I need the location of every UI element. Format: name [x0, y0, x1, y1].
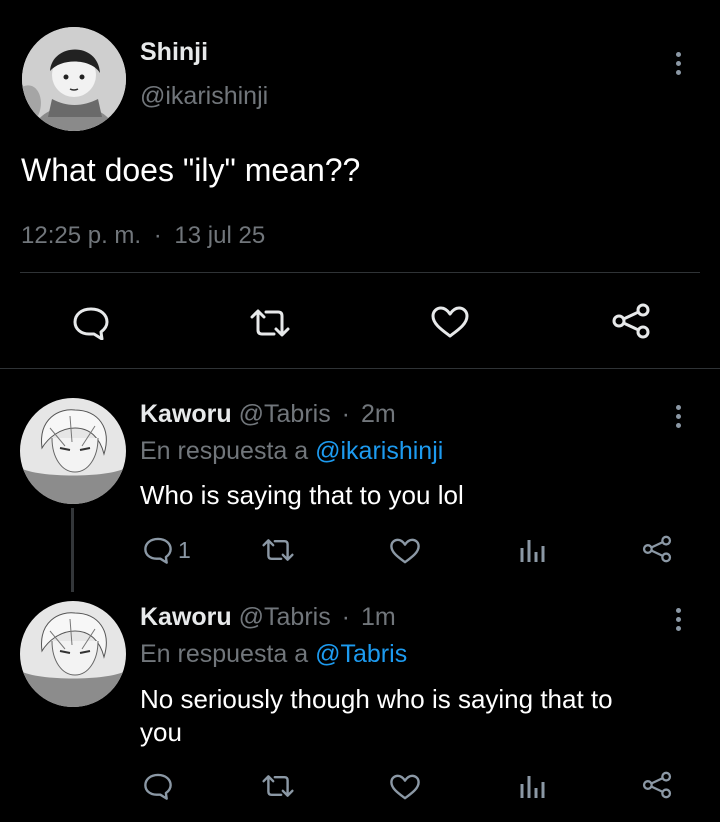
timestamp-row: 12:25 p. m. · 13 jul 25 — [21, 222, 265, 250]
tweet-text-line: you — [140, 717, 182, 747]
tweet-text: What does "ily" mean?? — [21, 152, 361, 188]
more-icon[interactable] — [673, 405, 683, 429]
separator: · — [153, 222, 162, 249]
more-icon[interactable] — [673, 608, 683, 632]
separator: · — [341, 400, 350, 428]
avatar-kaworu[interactable] — [20, 398, 126, 504]
reply-context: En respuesta a @Tabris — [140, 640, 407, 669]
tweet-text-line: No seriously though who is saying that t… — [140, 684, 613, 714]
reply-header: Kaworu @Tabris · 2m — [140, 400, 396, 429]
heart-icon[interactable] — [389, 537, 421, 565]
display-name[interactable]: Kaworu — [140, 603, 232, 631]
tweet-time[interactable]: 12:25 p. m. — [21, 222, 141, 249]
reply-header: Kaworu @Tabris · 1m — [140, 603, 396, 632]
avatar-image — [20, 398, 126, 504]
tweet-text: Who is saying that to you lol — [140, 480, 464, 510]
reply-prefix: En respuesta a — [140, 640, 309, 668]
share-icon[interactable] — [641, 534, 673, 564]
avatar-kaworu[interactable] — [20, 601, 126, 707]
divider — [20, 272, 700, 273]
reply-context: En respuesta a @ikarishinji — [140, 437, 443, 466]
avatar-shinji[interactable] — [22, 27, 126, 131]
more-icon[interactable] — [673, 52, 683, 76]
display-name[interactable]: Shinji — [140, 38, 208, 67]
reply-prefix: En respuesta a — [140, 437, 309, 465]
reply-count[interactable]: 1 — [178, 537, 191, 564]
heart-icon[interactable] — [389, 773, 421, 801]
comment-icon[interactable] — [143, 536, 173, 564]
share-icon[interactable] — [610, 302, 652, 340]
mention-link[interactable]: @ikarishinji — [315, 437, 443, 465]
tweet-age[interactable]: 2m — [361, 400, 396, 428]
separator: · — [341, 603, 350, 631]
views-icon[interactable] — [518, 774, 546, 800]
display-name[interactable]: Kaworu — [140, 400, 232, 428]
divider — [0, 368, 720, 369]
retweet-icon[interactable] — [260, 538, 296, 562]
comment-icon[interactable] — [143, 772, 173, 800]
comment-icon[interactable] — [72, 306, 110, 340]
tweet-text: No seriously though who is saying that t… — [140, 683, 613, 749]
mention-link[interactable]: @Tabris — [315, 640, 407, 668]
avatar-image — [22, 27, 126, 131]
handle[interactable]: @Tabris — [239, 603, 331, 631]
tweet-age[interactable]: 1m — [361, 603, 396, 631]
views-icon[interactable] — [518, 538, 546, 564]
tweet-date[interactable]: 13 jul 25 — [174, 222, 265, 249]
retweet-icon[interactable] — [260, 774, 296, 798]
handle[interactable]: @Tabris — [239, 400, 331, 428]
handle[interactable]: @ikarishinji — [140, 82, 268, 111]
heart-icon[interactable] — [430, 305, 470, 339]
retweet-icon[interactable] — [248, 308, 292, 338]
thread-line — [71, 508, 74, 592]
share-icon[interactable] — [641, 770, 673, 800]
avatar-image — [20, 601, 126, 707]
